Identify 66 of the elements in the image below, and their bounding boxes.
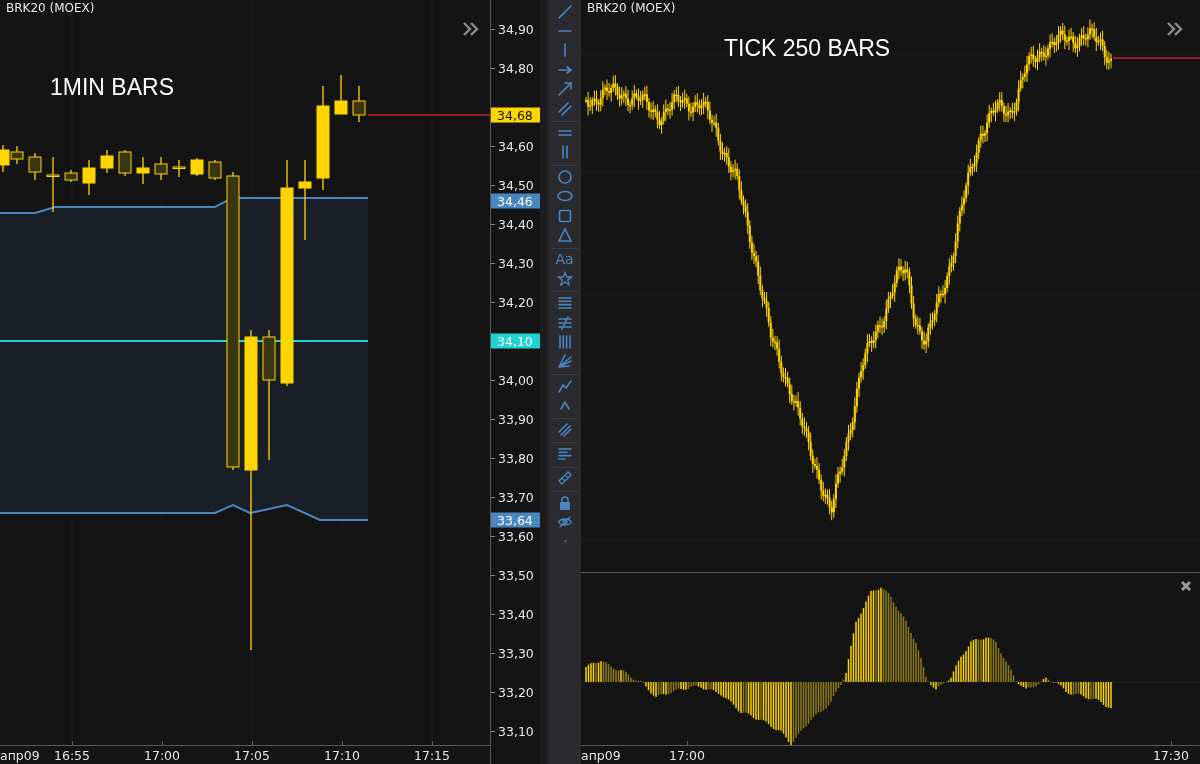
time-label: 17:10 [324,748,360,763]
price-label: 34,40 [498,216,534,232]
price-label: 34,50 [498,177,534,193]
candle [100,149,114,174]
date-label: апр09 [581,748,621,763]
double-chevron-icon[interactable] [1166,21,1184,37]
price-label: 33,40 [498,606,534,622]
price-label: 33,80 [498,450,534,466]
vertical-lines-icon[interactable] [556,333,573,350]
price-marker: 34,46 [491,193,540,209]
crossed-lines-icon[interactable] [556,314,573,331]
hatch-lines-icon[interactable] [556,421,573,438]
candle [154,156,168,181]
time-label: 16:55 [54,748,90,763]
candle [82,159,96,196]
double-chevron-icon[interactable] [462,21,480,37]
chart-caption: TICK 250 BARS [724,35,891,62]
chart-symbol: BRK20 (MOEX) [6,1,95,15]
time-label: 17:00 [144,748,180,763]
time-label: 17:15 [414,748,450,763]
price-label: 33,10 [498,723,534,739]
time-label: 17:00 [669,748,705,763]
candle [208,159,222,181]
horizontal-lines-icon[interactable] [556,295,573,312]
candle [190,157,204,177]
price-label: 34,60 [498,138,534,154]
candle [172,159,186,178]
chart-caption: 1MIN BARS [50,74,174,101]
diagonal-arrow-icon[interactable] [556,81,573,98]
candle [136,156,150,185]
candle [334,74,348,115]
price-marker: 34,68 [491,107,540,123]
square-icon[interactable] [556,207,573,224]
parallel-lines-icon[interactable] [556,100,573,117]
candle [28,152,42,181]
ruler-icon[interactable] [556,470,573,487]
circle-icon[interactable] [556,168,573,185]
fan-icon[interactable] [556,353,573,370]
price-label: 34,30 [498,255,534,271]
triangle-icon[interactable] [556,227,573,243]
price-label: 33,70 [498,489,534,505]
price-label: 33,30 [498,645,534,661]
price-label: 34,00 [498,372,534,388]
close-icon[interactable] [1180,580,1192,592]
text-lines-icon[interactable] [556,445,573,462]
candle [352,85,366,123]
candle [118,149,132,177]
text-tool[interactable]: Aa [555,251,574,268]
price-label: 33,20 [498,684,534,700]
price-label: 33,60 [498,528,534,544]
chart-symbol: BRK20 (MOEX) [587,1,676,15]
date-label: апр09 [0,748,40,763]
time-label: 17:30 [1152,748,1189,763]
price-marker: 34,10 [491,333,540,349]
diagonal-line-icon[interactable] [556,3,573,20]
time-label: 17:05 [234,748,270,763]
zigzag-icon[interactable] [556,377,573,394]
price-label: 33,50 [498,567,534,583]
star-icon[interactable] [556,270,573,287]
candle [46,156,60,213]
price-label: 33,90 [498,411,534,427]
price-label: 34,80 [498,60,534,76]
price-label: 34,90 [498,21,534,37]
price-label: 34,20 [498,294,534,310]
candle [64,169,78,183]
price-marker: 33,64 [491,512,540,528]
